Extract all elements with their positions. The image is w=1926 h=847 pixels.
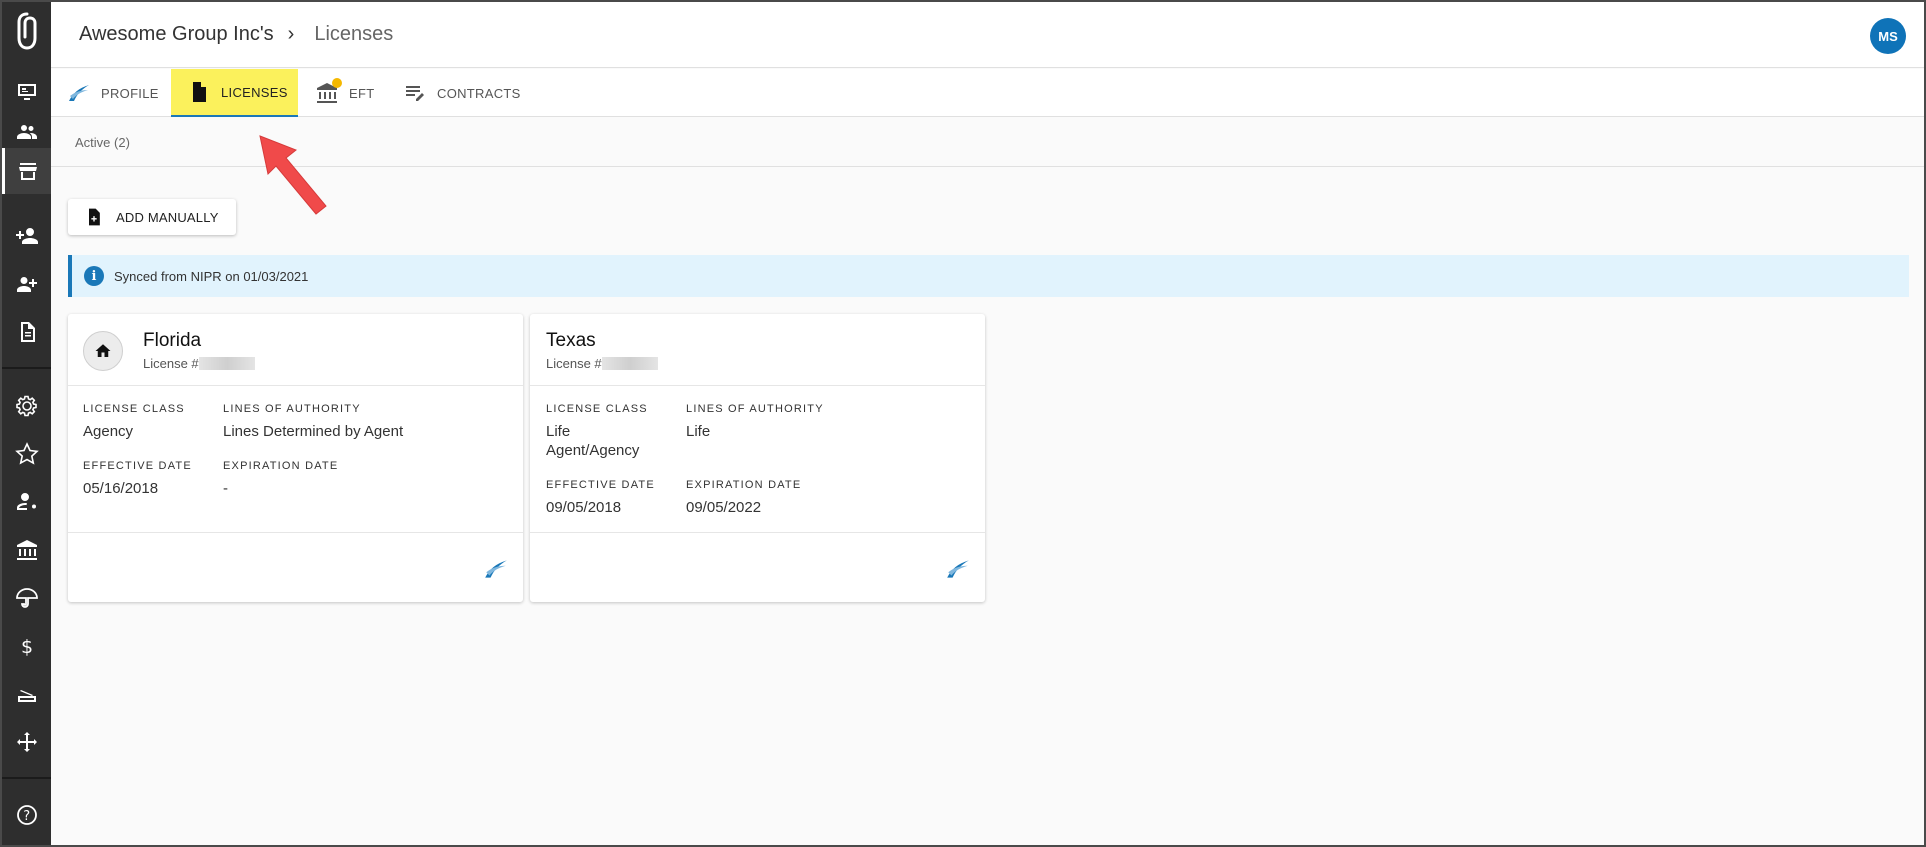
license-number: License #	[546, 356, 658, 371]
card-header: Texas License #	[530, 314, 985, 386]
sync-info-text: Synced from NIPR on 01/03/2021	[114, 268, 309, 284]
breadcrumb-root[interactable]: Awesome Group Inc's	[79, 23, 274, 46]
license-number-prefix: License #	[546, 356, 602, 371]
lines-of-authority-label: LINES OF AUTHORITY	[223, 403, 361, 415]
effective-date-value: 09/05/2018	[546, 499, 622, 516]
tab-eft[interactable]: EFT	[299, 69, 379, 117]
bank-icon	[315, 78, 342, 105]
effective-date-label: EFFECTIVE DATE	[546, 479, 655, 491]
dollar-icon[interactable]: $	[2, 624, 51, 668]
sidebar-divider	[2, 367, 51, 369]
state-name: Florida	[143, 330, 202, 351]
tab-label: CONTRACTS	[437, 85, 521, 101]
breadcrumb-current: Licenses	[314, 23, 394, 45]
gear-icon[interactable]	[2, 384, 51, 428]
filter-active[interactable]: Active (2)	[75, 135, 130, 150]
document-icon	[187, 80, 211, 104]
license-class-value: Life Agent/Agency	[546, 422, 639, 460]
license-class-line: Life	[546, 423, 571, 440]
license-number-prefix: License #	[143, 356, 199, 371]
state-name: Texas	[546, 330, 596, 351]
annotation-arrow-icon	[259, 135, 327, 215]
sidebar: $ ?	[2, 2, 51, 845]
router-icon[interactable]	[2, 672, 51, 716]
tab-contracts[interactable]: CONTRACTS	[387, 69, 520, 117]
notification-dot	[332, 78, 342, 88]
avatar[interactable]: MS	[1870, 18, 1906, 54]
expiration-date-value: 09/05/2022	[686, 499, 762, 516]
license-card-florida[interactable]: Florida License # LICENSE CLASS Agency L…	[68, 314, 523, 602]
license-class-line: Agent/Agency	[546, 442, 640, 459]
tab-label: PROFILE	[101, 85, 159, 101]
lines-of-authority-label: LINES OF AUTHORITY	[686, 403, 824, 415]
app-logo-icon[interactable]	[2, 4, 51, 58]
tab-bar: PROFILE LICENSES EFT CONTRACTS	[51, 69, 1924, 117]
expiration-date-value: -	[223, 480, 228, 497]
redacted-license-number	[601, 357, 658, 370]
add-manually-label: ADD MANUALLY	[116, 209, 219, 225]
dashboard-monitor-icon[interactable]	[2, 70, 51, 114]
card-footer	[530, 532, 985, 602]
document-list-icon[interactable]	[2, 310, 51, 354]
expiration-date-label: EXPIRATION DATE	[223, 460, 339, 472]
license-number: License #	[143, 356, 255, 371]
effective-date-label: EFFECTIVE DATE	[83, 460, 192, 472]
tab-profile[interactable]: PROFILE	[51, 69, 158, 117]
edit-list-icon	[403, 81, 427, 105]
tab-label: EFT	[349, 85, 375, 101]
svg-text:?: ?	[23, 809, 30, 824]
app-frame: $ ? Awesome Group Inc's › Licenses MS PR…	[2, 2, 1924, 845]
star-badge-icon[interactable]	[2, 432, 51, 476]
nipr-swoosh-icon	[947, 560, 969, 578]
tab-licenses[interactable]: LICENSES	[171, 69, 298, 117]
add-manually-button[interactable]: ADD MANUALLY	[68, 199, 236, 235]
bank-icon[interactable]	[2, 528, 51, 572]
storefront-icon[interactable]	[2, 148, 51, 194]
nipr-swoosh-icon	[67, 81, 91, 105]
umbrella-icon[interactable]	[2, 576, 51, 620]
effective-date-value: 05/16/2018	[83, 480, 159, 497]
license-card-texas[interactable]: Texas License # LICENSE CLASS Life Agent…	[530, 314, 985, 602]
license-class-label: LICENSE CLASS	[83, 403, 185, 415]
tab-label: LICENSES	[221, 84, 288, 100]
lines-of-authority-value: Lines Determined by Agent	[223, 423, 404, 440]
svg-text:$: $	[21, 636, 33, 658]
card-footer	[68, 532, 523, 602]
license-class-label: LICENSE CLASS	[546, 403, 648, 415]
user-settings-icon[interactable]	[2, 480, 51, 524]
sync-info-banner: i Synced from NIPR on 01/03/2021	[68, 255, 1909, 297]
page-header: Awesome Group Inc's › Licenses MS	[51, 2, 1924, 68]
expiration-date-label: EXPIRATION DATE	[686, 479, 802, 491]
chevron-right-icon: ›	[287, 23, 295, 45]
add-person-icon[interactable]	[2, 214, 51, 258]
redacted-license-number	[198, 357, 255, 370]
lines-of-authority-value: Life	[686, 423, 711, 440]
add-document-icon	[89, 208, 100, 226]
nipr-swoosh-icon	[485, 560, 507, 578]
sidebar-divider-bottom	[2, 777, 51, 779]
move-arrows-icon[interactable]	[2, 720, 51, 764]
license-class-value: Agency	[83, 423, 134, 440]
help-icon[interactable]: ?	[2, 793, 51, 837]
info-icon: i	[84, 266, 104, 286]
home-icon	[83, 331, 123, 371]
group-add-icon[interactable]	[2, 262, 51, 306]
card-header: Florida License #	[68, 314, 523, 386]
